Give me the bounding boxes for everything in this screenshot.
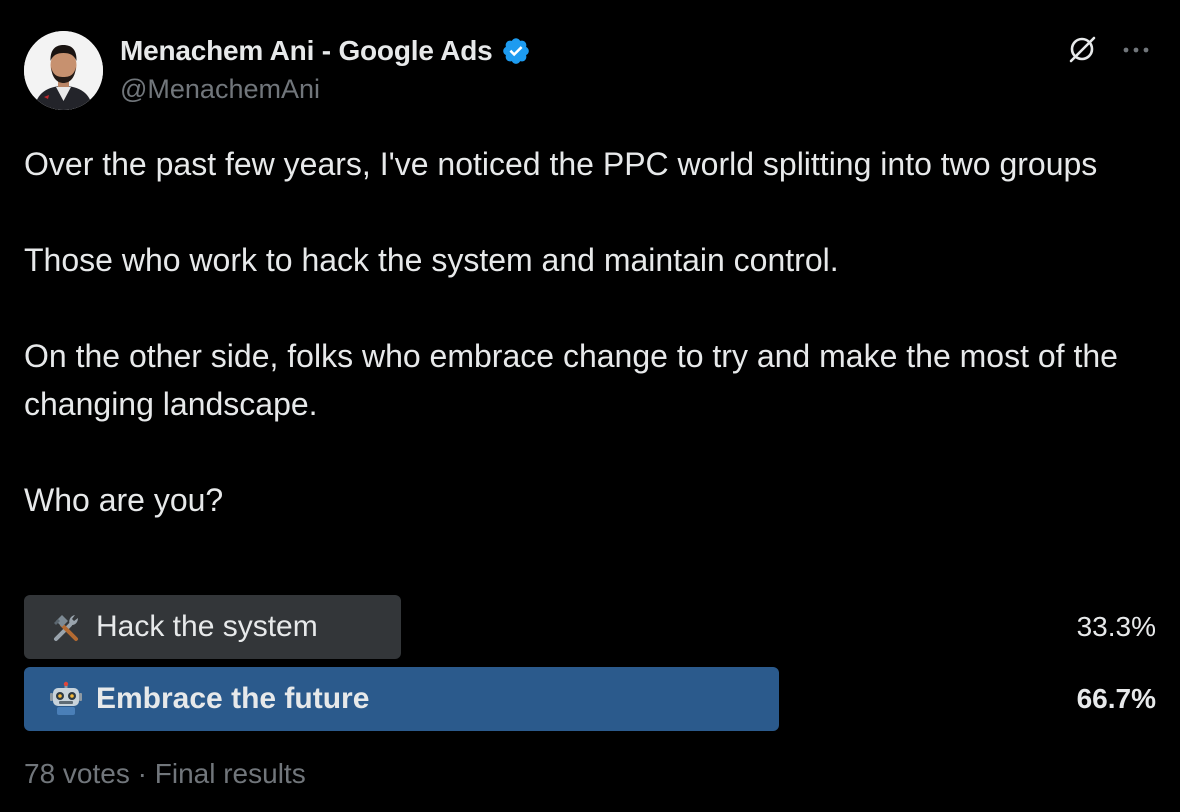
avatar-image (24, 31, 103, 110)
more-horizontal-icon (1121, 42, 1151, 60)
grok-icon (1067, 34, 1097, 69)
tweet-paragraph: Over the past few years, I've noticed th… (24, 146, 1098, 182)
poll-option-hack-the-system[interactable]: Hack the system 33.3% (24, 595, 1156, 659)
avatar[interactable] (24, 31, 103, 110)
poll-option-embrace-the-future[interactable]: Embrace the future 66.7% (24, 667, 1156, 731)
poll-option-label: Hack the system (96, 610, 318, 643)
poll-option-label-row: Embrace the future (48, 667, 369, 731)
robot-icon (48, 681, 88, 717)
poll-option-percent: 66.7% (1076, 683, 1156, 714)
poll-option-label-row: Hack the system (48, 595, 318, 659)
tweet: Menachem Ani - Google Ads @MenachemAni O… (0, 0, 1180, 812)
author-handle[interactable]: @MenachemAni (120, 74, 320, 105)
grok-button[interactable] (1064, 33, 1100, 69)
poll-status: Final results (154, 758, 306, 789)
poll-footer: 78 votes · Final results (24, 758, 306, 790)
tweet-paragraph: On the other side, folks who embrace cha… (24, 338, 1118, 422)
tweet-text: Over the past few years, I've noticed th… (24, 140, 1144, 524)
more-button[interactable] (1118, 33, 1154, 69)
poll-option-percent: 33.3% (1076, 611, 1156, 642)
poll-footer-separator: · (137, 758, 147, 789)
poll-vote-count: 78 votes (24, 758, 130, 789)
poll: Hack the system 33.3% Embrace the future… (24, 595, 1156, 739)
tweet-paragraph: Who are you? (24, 482, 224, 518)
verified-badge-icon (501, 36, 531, 66)
poll-option-label: Embrace the future (96, 682, 370, 715)
author-name[interactable]: Menachem Ani - Google Ads (120, 35, 493, 67)
author-name-row[interactable]: Menachem Ani - Google Ads (120, 33, 531, 69)
hammer-and-wrench-icon (48, 609, 88, 645)
tweet-paragraph: Those who work to hack the system and ma… (24, 242, 839, 278)
